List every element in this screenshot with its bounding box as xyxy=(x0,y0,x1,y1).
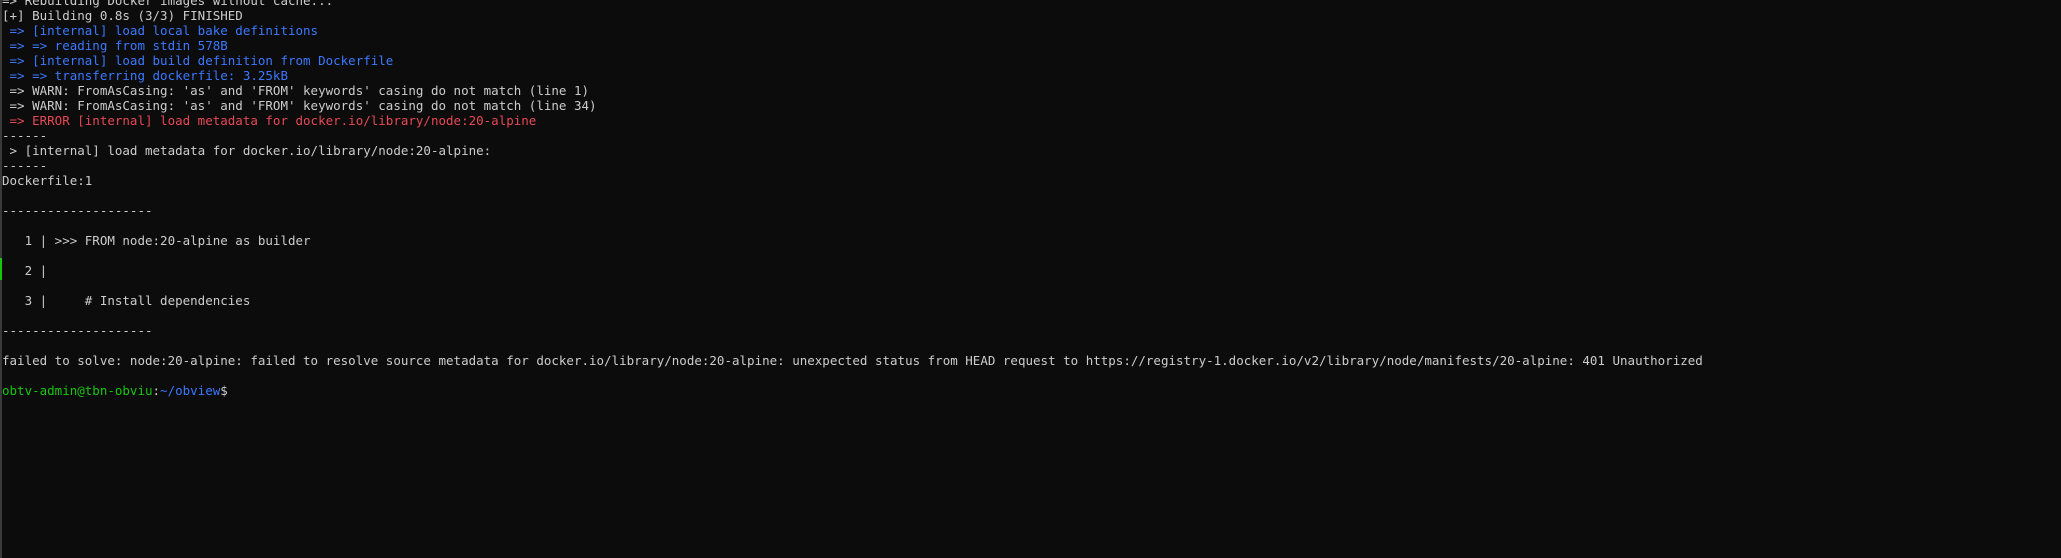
terminal-window[interactable]: => Rebuilding Docker images without cach… xyxy=(0,0,2061,558)
output-line: -------------------- xyxy=(2,203,153,218)
code-line: 1 | >>> FROM node:20-alpine as builder xyxy=(2,233,311,248)
output-line: => [internal] load local bake definition… xyxy=(2,23,319,38)
warning-line: => WARN: FromAsCasing: 'as' and 'FROM' k… xyxy=(2,98,597,113)
output-line: => => reading from stdin 578B xyxy=(2,38,228,53)
prompt-path: ~/obview xyxy=(160,383,221,398)
output-line: ------ xyxy=(2,128,48,143)
prompt-separator: : xyxy=(152,383,161,398)
output-line: ------ xyxy=(2,158,48,173)
prompt-user-host: obtv-admin@tbn-obviu xyxy=(2,383,153,398)
shell-prompt[interactable]: obtv-admin@tbn-obviu:~/obview$ xyxy=(2,383,2061,398)
output-line: Dockerfile:1 xyxy=(2,173,93,188)
warning-line: => WARN: FromAsCasing: 'as' and 'FROM' k… xyxy=(2,83,589,98)
output-line: => [internal] load build definition from… xyxy=(2,53,394,68)
output-line: > [internal] load metadata for docker.io… xyxy=(2,143,492,158)
terminal-output: => Rebuilding Docker images without cach… xyxy=(2,0,2061,398)
output-line: -------------------- xyxy=(2,323,153,338)
prompt-symbol: $ xyxy=(220,383,228,398)
code-line: 3 | # Install dependencies xyxy=(2,293,251,308)
code-line: 2 | xyxy=(2,263,48,278)
output-line: [+] Building 0.8s (3/3) FINISHED xyxy=(2,8,243,23)
error-line: => ERROR [internal] load metadata for do… xyxy=(2,113,537,128)
error-message: failed to solve: node:20-alpine: failed … xyxy=(2,353,1703,368)
output-line: => => transferring dockerfile: 3.25kB xyxy=(2,68,288,83)
output-line: => Rebuilding Docker images without cach… xyxy=(2,0,334,8)
